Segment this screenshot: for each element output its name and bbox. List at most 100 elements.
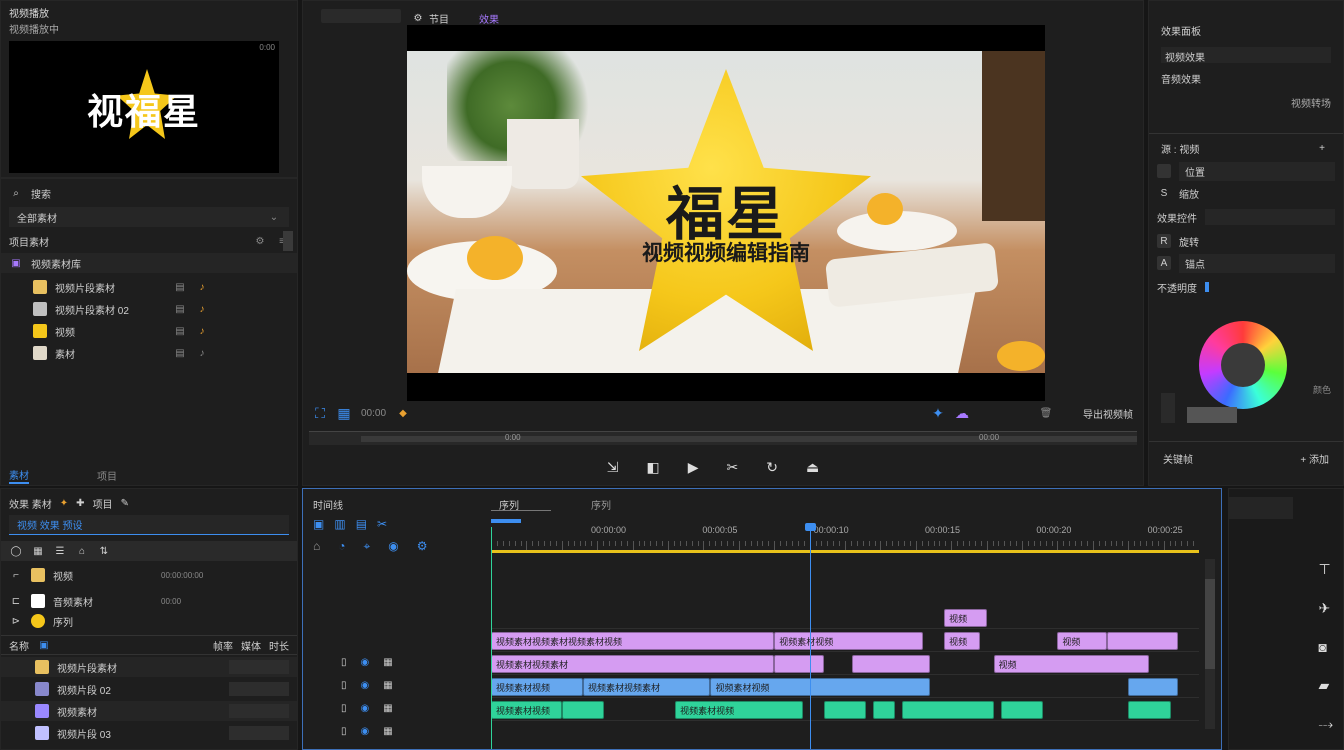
effects-item[interactable]: 视频效果: [1161, 47, 1331, 64]
timeline-clip[interactable]: 视频素材视频: [491, 678, 584, 696]
project-bin-row[interactable]: 项目素材 ⚙ ≡: [1, 231, 297, 251]
timeline-clip[interactable]: 视频素材视频: [774, 632, 923, 650]
slip-tool-icon[interactable]: ✂: [377, 517, 387, 531]
lock-icon[interactable]: ▯: [341, 680, 347, 691]
list-item[interactable]: 视频片段素材 ▤ ♪: [1, 277, 297, 297]
track-header[interactable]: ▯ ◉ ▦: [333, 675, 483, 695]
export-frame-button[interactable]: ⏏: [806, 459, 819, 476]
timeline-clip[interactable]: 视频: [944, 632, 980, 650]
marker-icon[interactable]: ◆: [396, 406, 410, 420]
track-header[interactable]: ▯ ◉ ▦: [333, 698, 483, 718]
work-area-start[interactable]: [491, 519, 521, 523]
timeline-tab-2[interactable]: 序列: [583, 495, 619, 514]
wrench-icon[interactable]: ✎: [121, 498, 129, 509]
list-item[interactable]: ⊏ 音频素材 00:00: [1, 591, 297, 611]
timeline-clip[interactable]: 视频素材视频: [491, 701, 562, 719]
timeline-clip[interactable]: 视频素材视频素材: [583, 678, 711, 696]
fx-row[interactable]: R 旋转: [1149, 231, 1343, 251]
add-icon[interactable]: +: [1315, 141, 1329, 155]
table-row[interactable]: 视频片段素材: [1, 657, 297, 677]
timeline-clip[interactable]: [1000, 701, 1044, 719]
razor-tool-icon[interactable]: ▤: [356, 517, 367, 531]
track-select-icon[interactable]: ⊤: [1318, 561, 1333, 578]
mark-in-button[interactable]: ⇲: [607, 459, 619, 476]
footer-tab-project[interactable]: 项目: [97, 468, 117, 483]
star-icon[interactable]: ✦: [60, 498, 68, 509]
fx-row[interactable]: S 缩放: [1149, 183, 1343, 203]
plane-icon[interactable]: ✈: [1318, 600, 1333, 617]
timeline-clip[interactable]: [823, 701, 867, 719]
play-button[interactable]: ▶: [688, 459, 699, 476]
timeline-ruler[interactable]: 00:00:00 00:00:05 00:00:10 00:00:15 00:00:20…: [491, 519, 1199, 553]
eye-icon[interactable]: ◉: [361, 703, 370, 714]
timeline-clip[interactable]: [1128, 701, 1171, 719]
table-row[interactable]: 视频素材: [1, 701, 297, 721]
monitor-timeline-ruler[interactable]: 0:00 00:00: [309, 431, 1137, 445]
add-keyframe-button[interactable]: + 添加: [1300, 451, 1329, 466]
trash-icon[interactable]: 🗑: [1039, 406, 1053, 420]
project-scrollbar[interactable]: [283, 231, 293, 251]
eye-icon[interactable]: ◉: [361, 657, 370, 668]
tag-icon[interactable]: ⌂: [75, 544, 89, 558]
snap-icon[interactable]: ⌖: [364, 539, 371, 554]
step-back-button[interactable]: ◧: [647, 459, 660, 476]
star-icon[interactable]: ✦: [931, 405, 945, 421]
safe-margin-icon[interactable]: ▦: [337, 405, 351, 421]
effects-item[interactable]: 音频效果: [1161, 71, 1201, 86]
circle-icon[interactable]: ◯: [9, 544, 23, 558]
cut-icon[interactable]: ▰: [1318, 677, 1333, 694]
timeline-clip[interactable]: [852, 655, 930, 673]
pin-icon[interactable]: ✚: [76, 498, 84, 509]
timeline-tracks[interactable]: 视频 视频素材视频素材视频素材视频 视频素材视频 视频 视频 视频素材视频素材 视频 视频素材…: [491, 609, 1199, 749]
list-item[interactable]: ⌐ 视频 00:00:00:00: [1, 565, 297, 585]
timeline-clip[interactable]: 视频: [1057, 632, 1107, 650]
effects-item[interactable]: 视频转场: [1161, 95, 1331, 110]
timeline-tab-1[interactable]: 序列: [491, 495, 551, 512]
timeline-clip[interactable]: 视频: [944, 609, 987, 627]
link-icon[interactable]: ◔: [338, 539, 345, 554]
list-item[interactable]: 视频片段素材 02 ▤ ♪: [1, 299, 297, 319]
search-icon[interactable]: ⌕: [9, 186, 23, 200]
lock-icon[interactable]: ▯: [341, 703, 347, 714]
tab-effects[interactable]: 效果 素材: [9, 496, 52, 511]
list-item[interactable]: ⊳ 序列: [1, 611, 297, 631]
color-swatch[interactable]: [1187, 407, 1237, 423]
source-monitor-preview[interactable]: 视福星 0:00: [9, 41, 279, 173]
program-preview[interactable]: 福星 视频视频编辑指南: [407, 25, 1045, 401]
loop-button[interactable]: ↻: [766, 459, 778, 476]
project-filter[interactable]: 全部素材 ⌄: [9, 207, 289, 227]
track-header[interactable]: ▯ ◉ ▦: [333, 652, 483, 672]
timeline-clip[interactable]: 视频素材视频: [675, 701, 803, 719]
timeline-clip[interactable]: [901, 701, 994, 719]
timeline-clip[interactable]: [873, 701, 895, 719]
export-frame-label[interactable]: 导出视频帧: [1083, 406, 1133, 421]
timeline-clip[interactable]: 视频: [993, 655, 1150, 673]
timeline-clip[interactable]: [1128, 678, 1178, 696]
list-icon[interactable]: ☰: [53, 544, 67, 558]
effects-icon[interactable]: ☁: [955, 405, 969, 421]
select-tool-icon[interactable]: ▣: [313, 517, 324, 531]
timeline-clip[interactable]: 视频素材视频素材视频素材视频: [491, 632, 775, 650]
table-row[interactable]: 视频片段 03: [1, 723, 297, 743]
timeline-vscroll[interactable]: [1205, 559, 1215, 729]
timeline-clip[interactable]: [561, 701, 605, 719]
lock-icon[interactable]: ▯: [341, 726, 347, 737]
camera-icon[interactable]: ◙: [1318, 639, 1333, 655]
settings-icon[interactable]: ⚙: [411, 11, 425, 25]
opacity-slider-handle[interactable]: [1205, 282, 1209, 292]
track-header[interactable]: ▯ ◉ ▦: [333, 721, 483, 741]
timeline-clip[interactable]: 视频素材视频素材: [491, 655, 775, 673]
project-search-row[interactable]: ⌕ 搜索: [1, 183, 297, 203]
fx-row[interactable]: A 锚点: [1149, 253, 1343, 273]
timeline-clip[interactable]: [1106, 632, 1178, 650]
eye-icon[interactable]: ◉: [361, 680, 370, 691]
tab-project[interactable]: 项目: [93, 496, 113, 511]
timeline-clip[interactable]: [774, 655, 824, 673]
hand-tool-icon[interactable]: ⌂: [313, 539, 320, 554]
list-item[interactable]: 素材 ▤ ♪: [1, 343, 297, 363]
grid-icon[interactable]: ▦: [31, 544, 45, 558]
lock-icon[interactable]: ▯: [341, 657, 347, 668]
table-row[interactable]: 视频片段 02: [1, 679, 297, 699]
footer-tab-media[interactable]: 素材: [9, 467, 29, 484]
fit-icon[interactable]: ⛶: [313, 405, 327, 421]
